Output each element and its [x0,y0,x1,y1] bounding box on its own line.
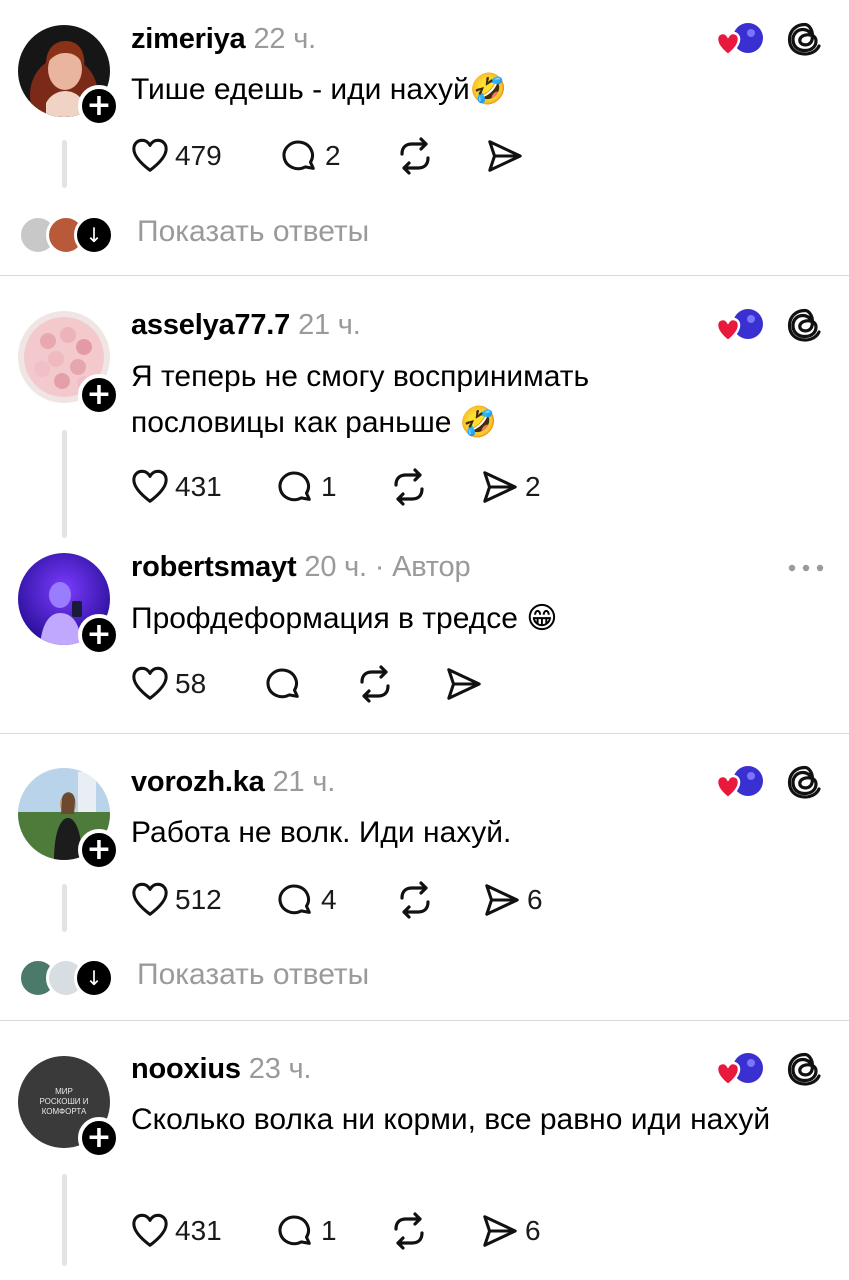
like-button[interactable]: 58 [131,664,206,704]
share-count: 2 [525,471,541,502]
send-icon [445,665,483,703]
share-count: 6 [527,884,543,915]
repost-button[interactable] [395,136,435,176]
comment-bubble-icon [277,1212,315,1250]
threads-logo-icon[interactable] [785,1049,825,1089]
comment-button[interactable] [265,664,303,704]
comment-count: 1 [321,471,337,502]
liked-by-avatars-icon [715,1050,765,1090]
comment-count: 1 [321,1215,337,1246]
comment-count: 2 [325,140,341,171]
arrow-down-icon: ↓ [74,958,114,998]
share-count: 6 [525,1215,541,1246]
thread-line [62,884,67,932]
like-button[interactable]: 479 [131,136,222,176]
repost-button[interactable] [389,1211,429,1251]
like-button[interactable]: 431 [131,467,222,507]
username[interactable]: asselya77.7 [131,309,290,341]
timestamp: 21 ч. [298,309,361,341]
thread-line [62,430,67,538]
like-button[interactable]: 431 [131,1211,222,1251]
comment-button[interactable]: 4 [277,880,337,920]
repost-button[interactable] [395,880,435,920]
show-replies-label: Показать ответы [137,215,370,248]
repost-icon [389,467,429,507]
repost-icon [395,880,435,920]
threads-logo-icon[interactable] [785,19,825,59]
timestamp: 23 ч. [248,1053,312,1085]
send-icon [486,137,524,175]
comment-text: Работа не волк. Иди нахуй. [131,816,512,849]
share-button[interactable] [445,664,483,704]
like-count: 431 [175,1215,222,1246]
follow-plus-icon[interactable]: + [78,1117,120,1159]
like-count: 479 [175,140,222,171]
comment-count: 4 [321,884,337,915]
share-button[interactable]: 2 [481,467,541,507]
thread-line [62,1174,67,1266]
username[interactable]: vorozh.ka [131,766,265,798]
comment-bubble-icon [265,665,303,703]
username[interactable]: nooxius [131,1053,241,1085]
share-button[interactable]: 6 [481,1211,541,1251]
more-options-icon[interactable] [784,562,828,574]
follow-plus-icon[interactable]: + [78,614,120,656]
follow-plus-icon[interactable]: + [78,374,120,416]
heart-icon [131,137,169,175]
liked-by-avatars-icon [715,763,765,803]
share-button[interactable] [486,136,524,176]
send-icon [483,881,521,919]
repost-button[interactable] [389,467,429,507]
comment-button[interactable]: 1 [277,467,337,507]
repost-button[interactable] [355,664,395,704]
comment-bubble-icon [277,468,315,506]
comment-text: Я теперь не смогу воспринимать пословицы… [131,360,590,439]
heart-icon [131,1212,169,1250]
comment-text: Сколько волка ни корми, все равно иди на… [131,1103,771,1136]
arrow-down-icon: ↓ [74,215,114,255]
threads-logo-icon[interactable] [785,305,825,345]
repost-icon [395,136,435,176]
heart-icon [131,468,169,506]
comment-bubble-icon [277,881,315,919]
divider [0,275,849,276]
timestamp: 22 ч. [253,23,316,55]
comment-bubble-icon [281,137,319,175]
send-icon [481,1212,519,1250]
liked-by-avatars-icon [715,306,765,346]
liked-by-avatars-icon [715,20,765,60]
username[interactable]: zimeriya [131,23,246,55]
threads-logo-icon[interactable] [785,762,825,802]
timestamp: 20 ч. · Автор [304,551,471,583]
username[interactable]: robertsmayt [131,551,297,583]
comment-text: Профдеформация в тредсе 😁 [131,602,558,635]
like-count: 58 [175,668,207,699]
like-button[interactable]: 512 [131,880,222,920]
timestamp: 21 ч. [272,766,336,798]
divider [0,1020,849,1021]
heart-icon [131,881,169,919]
comment-button[interactable]: 1 [277,1211,337,1251]
share-button[interactable]: 6 [483,880,543,920]
repost-icon [355,664,395,704]
show-replies-label: Показать ответы [137,958,370,991]
comment-button[interactable]: 2 [281,136,341,176]
send-icon [481,468,519,506]
thread-line [62,140,67,188]
follow-plus-icon[interactable]: + [78,829,120,871]
comment-text: Тише едешь - иди нахуй🤣 [131,73,508,106]
divider [0,733,849,734]
avatar-caption: МИР РОСКОШИ И КОМФОРТА [39,1087,89,1116]
repost-icon [389,1211,429,1251]
follow-plus-icon[interactable]: + [78,85,120,127]
like-count: 431 [175,471,222,502]
heart-icon [131,665,169,703]
like-count: 512 [175,884,222,915]
